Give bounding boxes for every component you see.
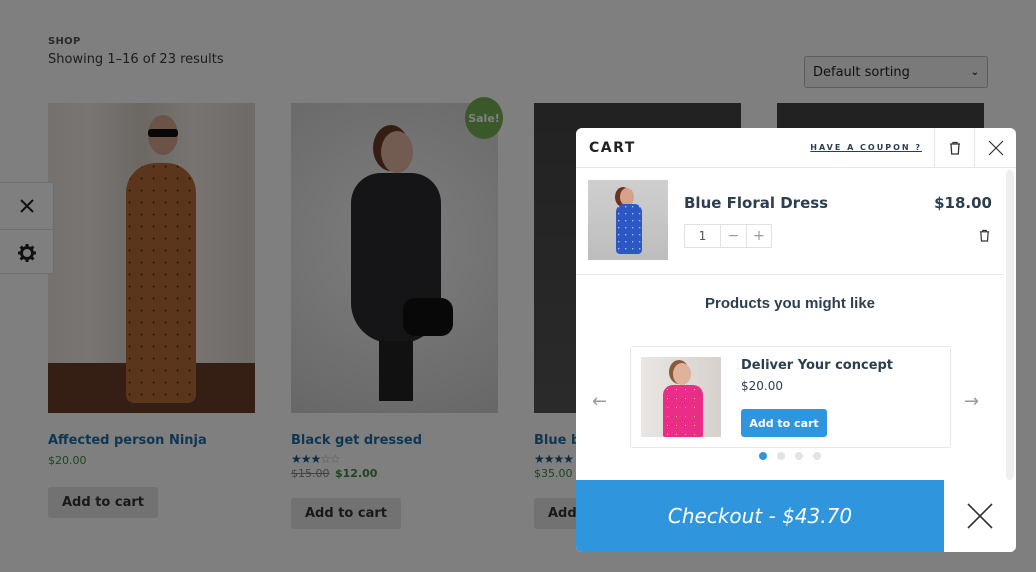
upsell-product-price: $20.00 (741, 379, 783, 393)
cart-title: CART (589, 139, 636, 156)
quantity-decrease-button[interactable]: − (721, 225, 746, 247)
quantity-increase-button[interactable]: + (746, 225, 771, 247)
cart-footer: Checkout - $43.70 (576, 480, 1016, 552)
cart-header: CART HAVE A COUPON ? (576, 128, 1016, 168)
carousel-dot[interactable] (759, 452, 767, 460)
cart-item: Blue Floral Dress $18.00 1 − + (576, 168, 1004, 275)
cart-item-price: $18.00 (934, 194, 992, 212)
carousel-dot[interactable] (813, 452, 821, 460)
close-icon (988, 140, 1003, 155)
upsell-title: Products you might like (704, 295, 876, 312)
close-icon (967, 503, 993, 529)
carousel-pagination (576, 452, 1004, 460)
cart-item-image[interactable] (588, 180, 668, 260)
carousel-next-arrow-icon[interactable]: → (964, 391, 979, 412)
cart-item-name[interactable]: Blue Floral Dress (684, 194, 828, 212)
quantity-stepper: 1 − + (684, 224, 772, 248)
carousel-dot[interactable] (777, 452, 785, 460)
remove-item-button[interactable] (979, 227, 990, 246)
upsell-product-card: Deliver Your concept $20.00 Add to cart (630, 346, 951, 448)
clear-cart-button[interactable] (934, 128, 974, 168)
cart-body: Blue Floral Dress $18.00 1 − + Products … (576, 168, 1004, 480)
quantity-input[interactable]: 1 (685, 225, 721, 247)
trash-icon (979, 229, 990, 242)
trash-icon (949, 141, 960, 155)
close-cart-button[interactable] (974, 128, 1016, 168)
upsell-product-image[interactable] (641, 357, 721, 437)
footer-close-button[interactable] (944, 480, 1016, 552)
carousel-prev-arrow-icon[interactable]: ← (592, 391, 607, 412)
upsell-product-name[interactable]: Deliver Your concept (741, 358, 893, 373)
carousel-dot[interactable] (795, 452, 803, 460)
checkout-button[interactable]: Checkout - $43.70 (576, 480, 944, 552)
coupon-link[interactable]: HAVE A COUPON ? (810, 143, 922, 152)
upsell-add-to-cart-button[interactable]: Add to cart (741, 409, 827, 437)
upsell-section: Products you might like ← Deliver Your c… (576, 295, 1004, 448)
cart-panel: CART HAVE A COUPON ? Blue Floral Dress $… (576, 128, 1016, 552)
cart-scrollbar[interactable] (1006, 170, 1014, 480)
